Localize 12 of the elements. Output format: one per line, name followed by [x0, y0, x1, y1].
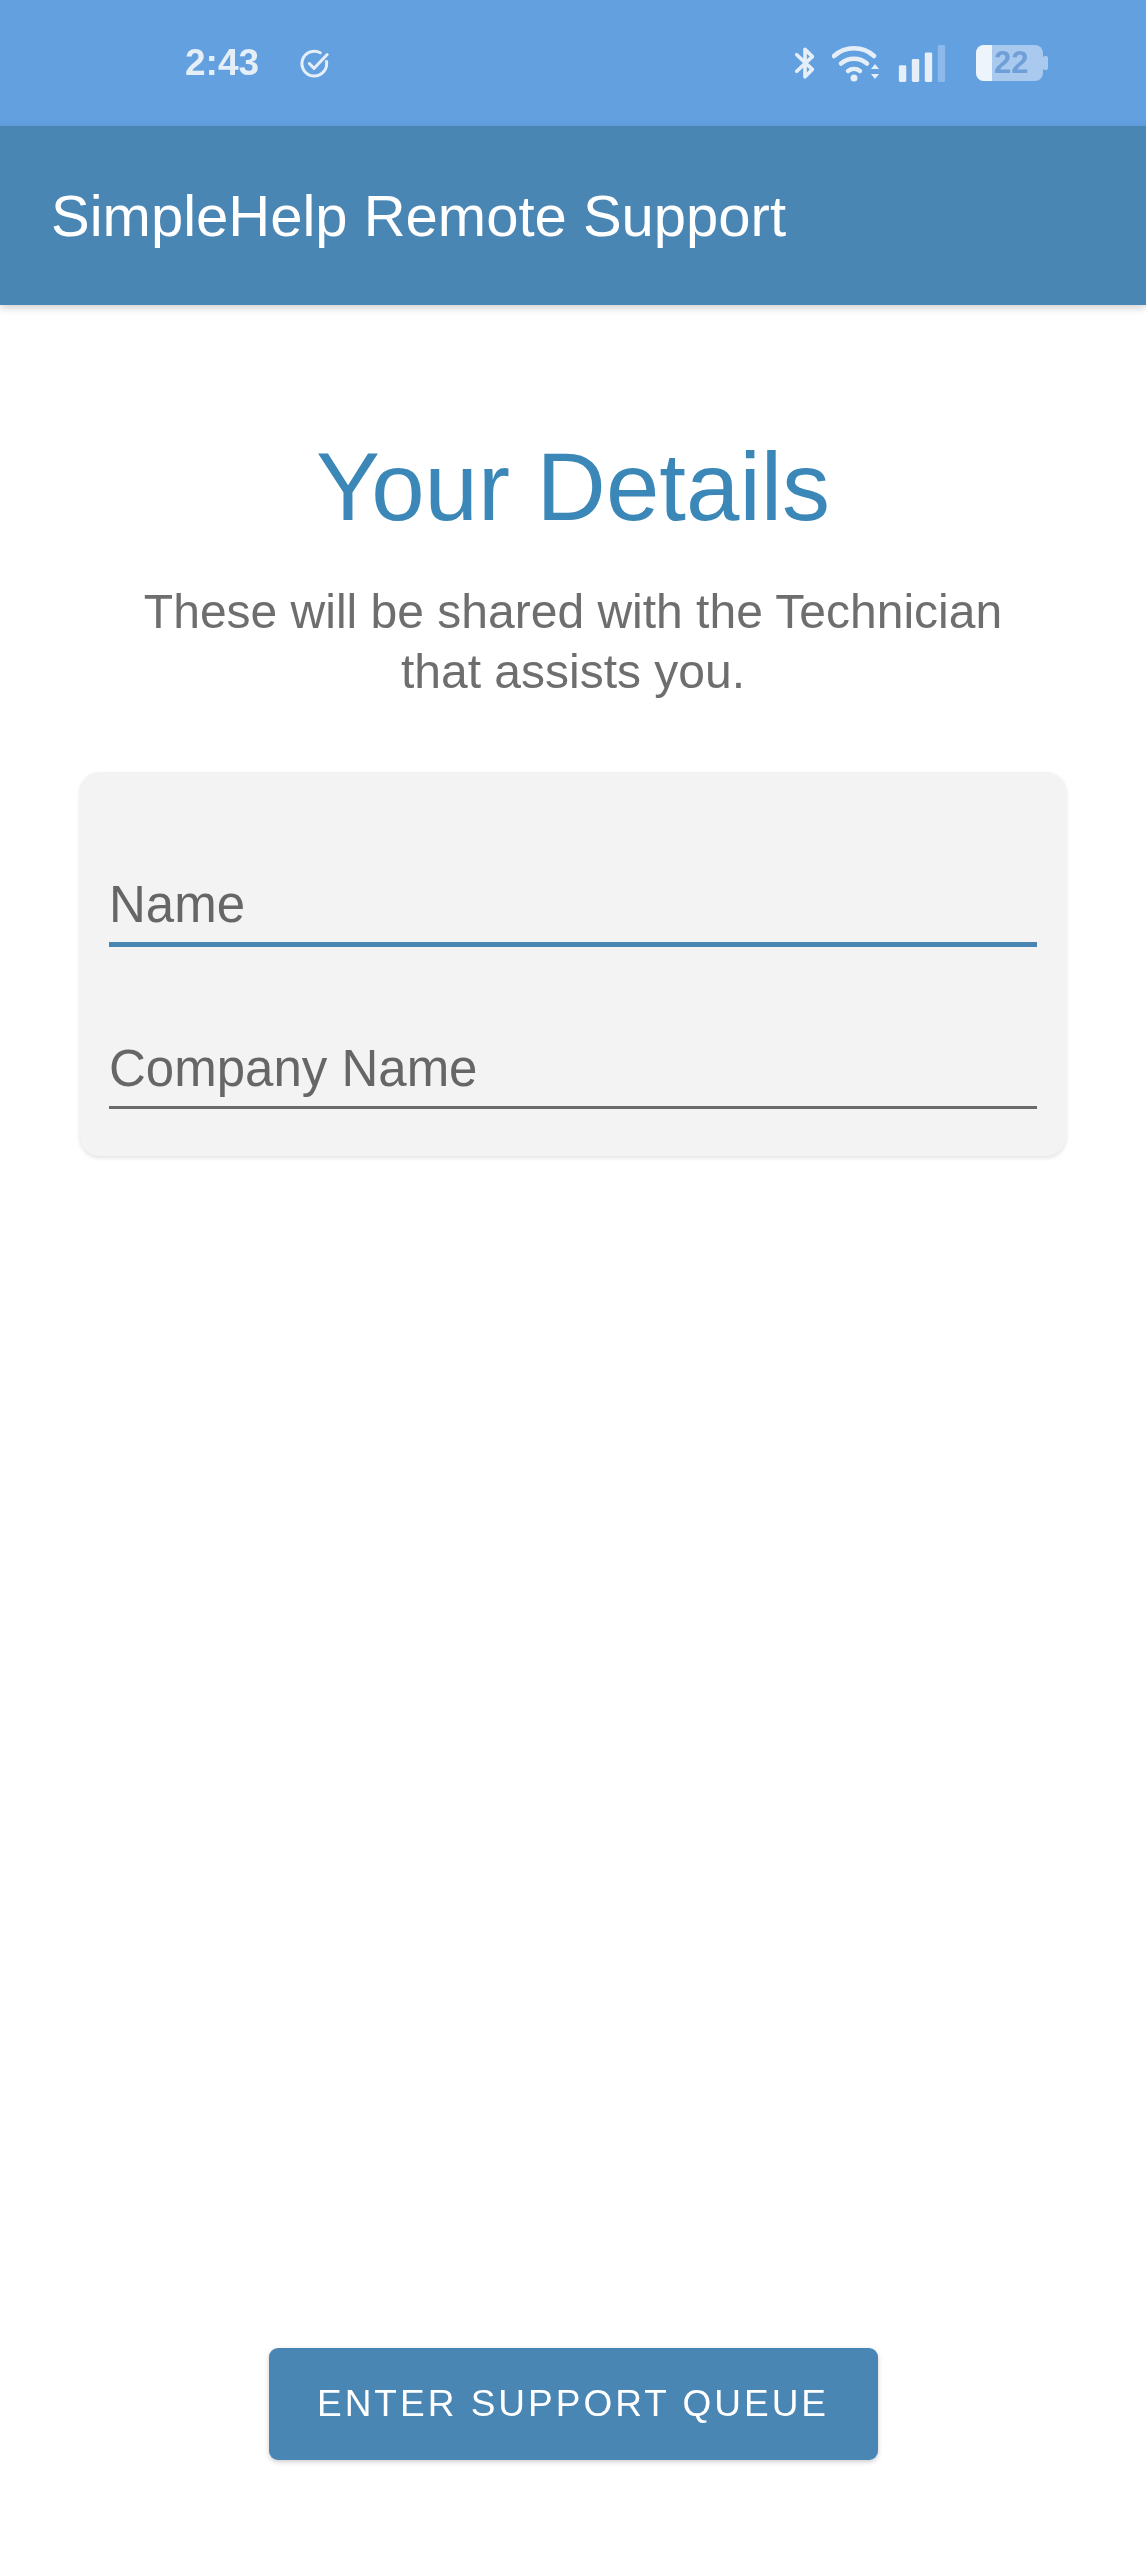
page-subtitle: These will be shared with the Technician that assists you. [142, 584, 1004, 701]
wifi-icon [832, 44, 880, 82]
bluetooth-icon [794, 44, 816, 82]
battery-icon [976, 45, 1048, 81]
enter-queue-button[interactable]: ENTER SUPPORT QUEUE [268, 2348, 878, 2460]
status-time: 2:43 [185, 42, 260, 84]
signal-icon [898, 44, 946, 82]
page-heading: Your Details [315, 432, 831, 542]
app-title: SimpleHelp Remote Support [51, 182, 787, 249]
input-field[interactable]: Name [109, 875, 1037, 948]
battery-percent: 22 [994, 45, 1029, 81]
input-field[interactable]: Company Name [109, 1039, 1037, 1110]
